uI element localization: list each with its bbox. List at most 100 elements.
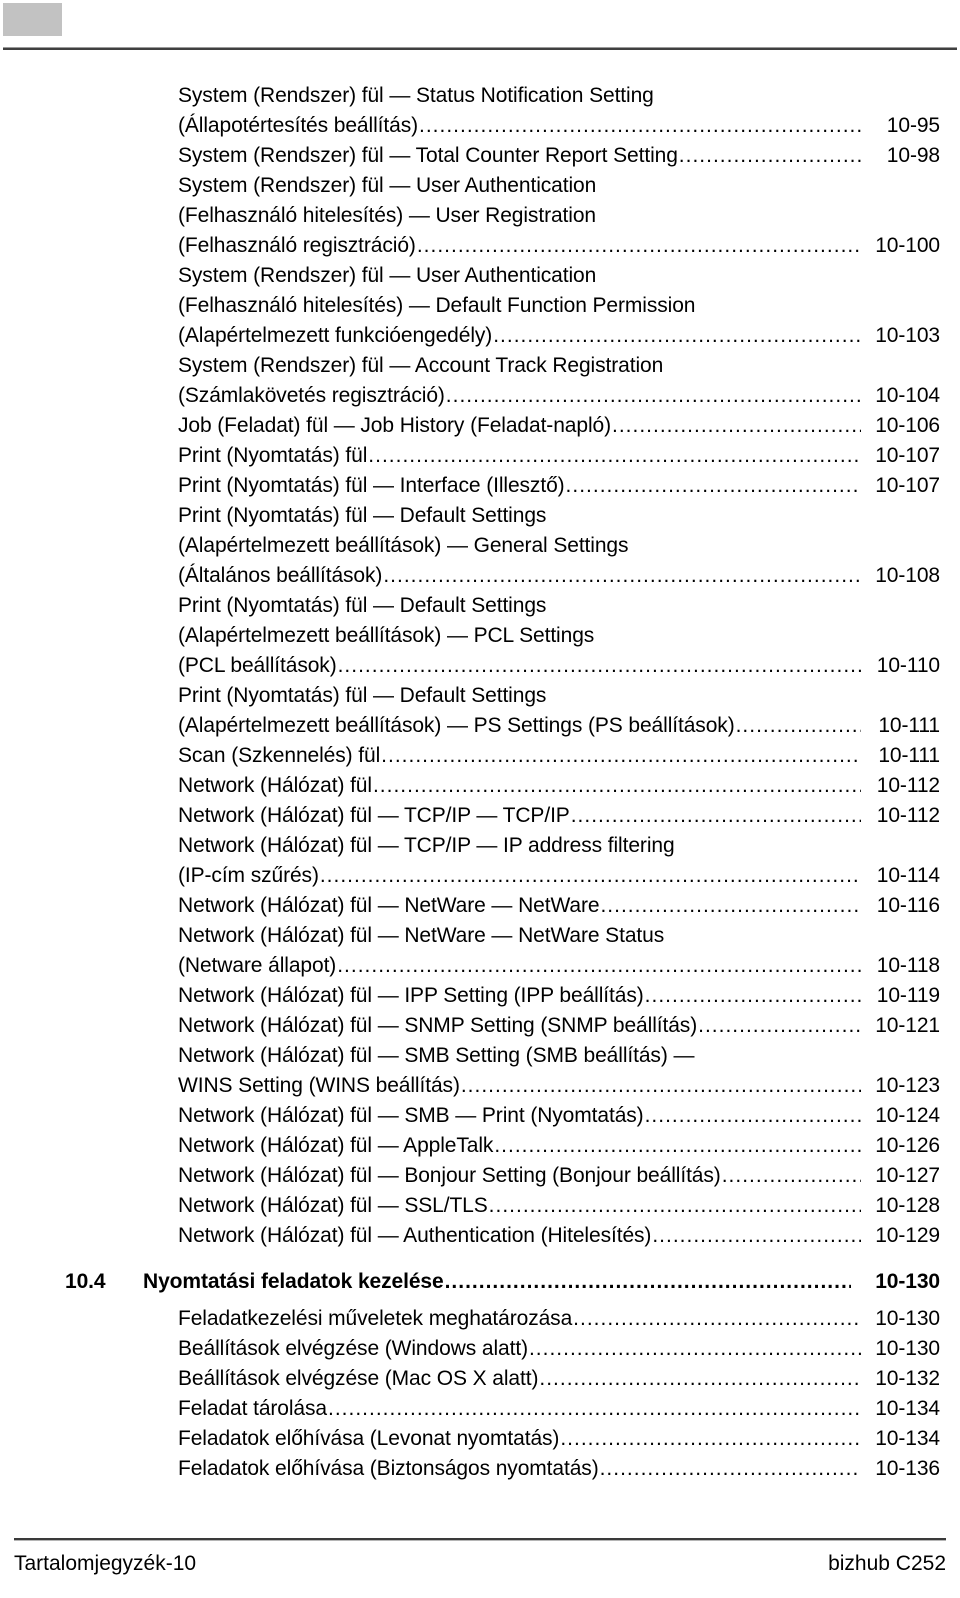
toc-entry[interactable]: Feladatok előhívása (Levonat nyomtatás) 1…	[0, 1424, 960, 1454]
toc-entry-wrap-line: System (Rendszer) fül — User Authenticat…	[178, 171, 960, 201]
toc-entry[interactable]: Print (Nyomtatás) fül 10-107	[0, 441, 960, 471]
toc-page-number: 10-111	[878, 744, 940, 767]
toc-entry-final-line: 10.4 Nyomtatási feladatok kezelése 10-130	[0, 1265, 960, 1298]
toc-page-number: 10-112	[876, 804, 940, 827]
dot-leader	[645, 1101, 861, 1131]
toc-entry[interactable]: Feladat tárolása 10-134	[0, 1394, 960, 1424]
dot-leader	[612, 411, 861, 441]
toc-entry-final-line: Network (Hálózat) fül — TCP/IP — TCP/IP 1…	[178, 801, 960, 831]
toc-entry-title: Network (Hálózat) fül — AppleTalk	[178, 1134, 494, 1157]
toc-entry-final-line: (Alapértelmezett funkcióengedély) 10-103	[178, 321, 960, 351]
dot-leader	[445, 1265, 851, 1298]
toc-page-number: 10-129	[875, 1224, 940, 1247]
toc-entry[interactable]: Job (Feladat) fül — Job History (Feladat…	[0, 411, 960, 441]
toc-entry[interactable]: Network (Hálózat) fül — AppleTalk 10-126	[0, 1131, 960, 1161]
toc-entry[interactable]: Network (Hálózat) fül — Bonjour Setting …	[0, 1161, 960, 1191]
toc-page-number: 10-107	[875, 444, 940, 467]
dot-leader	[417, 231, 861, 261]
toc-entry[interactable]: Print (Nyomtatás) fül — Default Settings…	[0, 591, 960, 681]
toc-entry-wrap-line: Network (Hálózat) fül — NetWare — NetWar…	[178, 921, 960, 951]
toc-entry-final-line: System (Rendszer) fül — Total Counter Re…	[178, 141, 960, 171]
toc-page-number: 10-118	[876, 954, 940, 977]
toc-entry[interactable]: Network (Hálózat) fül — NetWare — NetWar…	[0, 891, 960, 921]
toc-entry-final-line: (Netware állapot) 10-118	[178, 951, 960, 981]
toc-page-number: 10-126	[875, 1134, 940, 1157]
toc-entry-wrap-line: Print (Nyomtatás) fül — Default Settings	[178, 591, 960, 621]
toc-entry[interactable]: Network (Hálózat) fül — SMB Setting (SMB…	[0, 1041, 960, 1101]
toc-entry[interactable]: Network (Hálózat) fül — TCP/IP — TCP/IP 1…	[0, 801, 960, 831]
toc-entry-final-line: Job (Feladat) fül — Job History (Feladat…	[178, 411, 960, 441]
toc-entry[interactable]: Network (Hálózat) fül — Authentication (…	[0, 1221, 960, 1251]
toc-entry-title: Print (Nyomtatás) fül — Default Settings	[178, 684, 547, 707]
dot-leader	[571, 801, 861, 831]
toc-page-number: 10-116	[876, 894, 940, 917]
toc-entry-title: (Állapotértesítés beállítás)	[178, 114, 418, 137]
toc-entry[interactable]: Print (Nyomtatás) fül — Default Settings…	[0, 681, 960, 741]
toc-entry[interactable]: Scan (Szkennelés) fül 10-111	[0, 741, 960, 771]
toc-entry-title: (Alapértelmezett funkcióengedély)	[178, 324, 493, 347]
toc-entry-title: Job (Feladat) fül — Job History (Feladat…	[178, 414, 611, 437]
toc-entry-final-line: (Alapértelmezett beállítások) — PS Setti…	[178, 711, 960, 741]
toc-entry[interactable]: Network (Hálózat) fül — NetWare — NetWar…	[0, 921, 960, 981]
toc-entry-title: Feladat tárolása	[178, 1397, 327, 1420]
dot-leader	[645, 981, 861, 1011]
toc-entry[interactable]: System (Rendszer) fül — User Authenticat…	[0, 261, 960, 351]
toc-page-number: 10-106	[875, 414, 940, 437]
toc-entry-title: (Felhasználó hitelesítés) — Default Func…	[178, 294, 696, 317]
toc-entry[interactable]: System (Rendszer) fül — User Authenticat…	[0, 171, 960, 261]
dot-leader	[373, 771, 861, 801]
dot-leader	[489, 1191, 861, 1221]
toc-entry[interactable]: Beállítások elvégzése (Windows alatt) 10-…	[0, 1334, 960, 1364]
toc-entry-final-line: Network (Hálózat) fül 10-112	[178, 771, 960, 801]
toc-entry[interactable]: Network (Hálózat) fül — SSL/TLS 10-128	[0, 1191, 960, 1221]
toc-entry[interactable]: Network (Hálózat) fül 10-112	[0, 771, 960, 801]
dot-leader	[566, 471, 861, 501]
toc-entry-final-line: Print (Nyomtatás) fül — Interface (Illes…	[178, 471, 960, 501]
toc-entry-title: Feladatok előhívása (Levonat nyomtatás)	[178, 1427, 560, 1450]
toc-entry-title: Feladatok előhívása (Biztonságos nyomtat…	[178, 1457, 599, 1480]
toc-page-number: 10-130	[875, 1307, 940, 1330]
toc-page-number: 10-119	[876, 984, 940, 1007]
toc-entry-final-line: (Állapotértesítés beállítás) 10-95	[178, 111, 960, 141]
toc-entry[interactable]: Feladatok előhívása (Biztonságos nyomtat…	[0, 1454, 960, 1484]
toc-section-number: 10.4	[65, 1270, 106, 1293]
toc-entry-final-line: Beállítások elvégzése (Windows alatt) 10-…	[178, 1334, 960, 1364]
toc-entry-final-line: (Felhasználó regisztráció) 10-100	[178, 231, 960, 261]
toc-page-number: 10-112	[876, 774, 940, 797]
toc-entry[interactable]: Network (Hálózat) fül — TCP/IP — IP addr…	[0, 831, 960, 891]
toc-entry-title: Network (Hálózat) fül — SMB — Print (Nyo…	[178, 1104, 644, 1127]
toc-page-number: 10-134	[875, 1427, 940, 1450]
toc-entry-final-line: WINS Setting (WINS beállítás) 10-123	[178, 1071, 960, 1101]
toc-entry-final-line: Network (Hálózat) fül — SSL/TLS 10-128	[178, 1191, 960, 1221]
toc-entry-title: Network (Hálózat) fül — SSL/TLS	[178, 1194, 488, 1217]
toc-section-entry[interactable]: 10.4 Nyomtatási feladatok kezelése 10-130	[0, 1265, 960, 1298]
dot-leader	[736, 711, 861, 741]
table-of-contents: System (Rendszer) fül — Status Notificat…	[0, 81, 960, 1484]
toc-entry-final-line: Network (Hálózat) fül — NetWare — NetWar…	[178, 891, 960, 921]
toc-entry[interactable]: System (Rendszer) fül — Total Counter Re…	[0, 141, 960, 171]
footer-page-label: Tartalomjegyzék-10	[14, 1552, 197, 1575]
toc-entry-title: Print (Nyomtatás) fül	[178, 444, 368, 467]
toc-entry-title: Network (Hálózat) fül — NetWare — NetWar…	[178, 924, 665, 947]
toc-entry[interactable]: Network (Hálózat) fül — SNMP Setting (SN…	[0, 1011, 960, 1041]
toc-entry-title: (Általános beállítások)	[178, 564, 383, 587]
toc-entry-wrap-line: (Alapértelmezett beállítások) — General …	[178, 531, 960, 561]
dot-leader	[383, 561, 861, 591]
toc-entry-final-line: Network (Hálózat) fül — AppleTalk 10-126	[178, 1131, 960, 1161]
toc-entry[interactable]: Print (Nyomtatás) fül — Interface (Illes…	[0, 471, 960, 501]
toc-entry-final-line: Beállítások elvégzése (Mac OS X alatt) 10…	[178, 1364, 960, 1394]
toc-entry[interactable]: System (Rendszer) fül — Account Track Re…	[0, 351, 960, 411]
toc-entry[interactable]: Network (Hálózat) fül — SMB — Print (Nyo…	[0, 1101, 960, 1131]
toc-entry[interactable]: Print (Nyomtatás) fül — Default Settings…	[0, 501, 960, 591]
toc-entry-final-line: Network (Hálózat) fül — SNMP Setting (SN…	[178, 1011, 960, 1041]
toc-entry-wrap-line: System (Rendszer) fül — Status Notificat…	[178, 81, 960, 111]
toc-entry-title: Network (Hálózat) fül — SMB Setting (SMB…	[178, 1044, 695, 1067]
toc-entry[interactable]: Feladatkezelési műveletek meghatározása 1…	[0, 1304, 960, 1334]
toc-entry-wrap-line: System (Rendszer) fül — Account Track Re…	[178, 351, 960, 381]
dot-leader	[381, 741, 861, 771]
toc-entry[interactable]: Network (Hálózat) fül — IPP Setting (IPP…	[0, 981, 960, 1011]
toc-entry[interactable]: System (Rendszer) fül — Status Notificat…	[0, 81, 960, 141]
toc-entry-final-line: Feladatok előhívása (Biztonságos nyomtat…	[178, 1454, 960, 1484]
dot-leader	[419, 111, 861, 141]
toc-entry[interactable]: Beállítások elvégzése (Mac OS X alatt) 10…	[0, 1364, 960, 1394]
